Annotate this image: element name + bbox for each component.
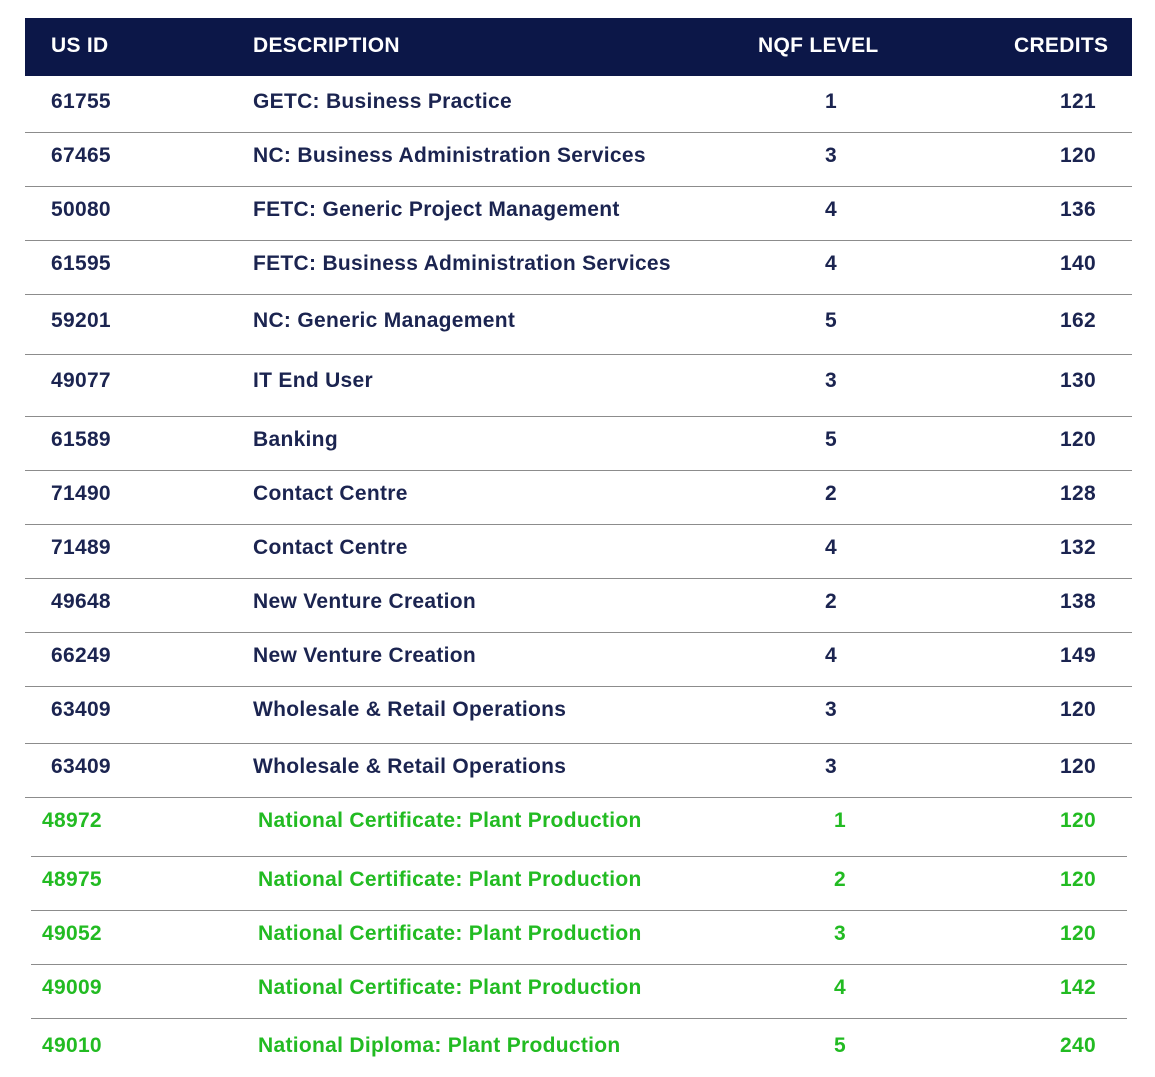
cell-credits: 128 (1060, 482, 1096, 505)
table-row: 50080 FETC: Generic Project Management 4 13… (25, 187, 1132, 241)
cell-description: FETC: Generic Project Management (253, 198, 620, 221)
table-row: 61755 GETC: Business Practice 1 121 (25, 76, 1132, 133)
header-us-id: US ID (51, 34, 109, 57)
cell-us-id: 48972 (42, 809, 102, 832)
cell-nqf-level: 5 (825, 309, 837, 332)
cell-us-id: 49010 (42, 1034, 102, 1057)
cell-credits: 120 (1060, 868, 1096, 891)
cell-us-id: 61595 (51, 252, 111, 275)
cell-nqf-level: 1 (834, 809, 846, 832)
cell-nqf-level: 4 (825, 536, 837, 559)
cell-us-id: 48975 (42, 868, 102, 891)
cell-credits: 142 (1060, 976, 1096, 999)
cell-us-id: 59201 (51, 309, 111, 332)
cell-nqf-level: 3 (834, 922, 846, 945)
cell-nqf-level: 2 (825, 482, 837, 505)
cell-description: Banking (253, 428, 338, 451)
cell-us-id: 49077 (51, 369, 111, 392)
cell-description: New Venture Creation (253, 590, 477, 613)
cell-us-id: 49648 (51, 590, 111, 613)
cell-description: Wholesale & Retail Operations (253, 698, 567, 721)
cell-credits: 240 (1060, 1034, 1096, 1057)
cell-description: National Certificate: Plant Production (258, 868, 642, 891)
cell-nqf-level: 4 (825, 252, 837, 275)
table-row: 66249 New Venture Creation 4 149 (25, 633, 1132, 687)
cell-description: National Certificate: Plant Production (258, 809, 642, 832)
cell-nqf-level: 3 (825, 698, 837, 721)
cell-description: Wholesale & Retail Operations (253, 755, 567, 778)
cell-nqf-level: 5 (834, 1034, 846, 1057)
cell-nqf-level: 2 (825, 590, 837, 613)
table-body: 61755 GETC: Business Practice 1 121 67465 NC:… (25, 76, 1132, 1076)
cell-us-id: 50080 (51, 198, 111, 221)
cell-description: New Venture Creation (253, 644, 477, 667)
cell-credits: 162 (1060, 309, 1096, 332)
table-header: US ID DESCRIPTION NQF LEVEL CREDITS (25, 18, 1132, 76)
cell-us-id: 67465 (51, 144, 111, 167)
cell-description: National Certificate: Plant Production (258, 922, 642, 945)
header-nqf-level: NQF LEVEL (758, 34, 879, 57)
cell-credits: 120 (1060, 428, 1096, 451)
table-row: 59201 NC: Generic Management 5 162 (25, 295, 1132, 355)
cell-credits: 120 (1060, 698, 1096, 721)
cell-credits: 140 (1060, 252, 1096, 275)
cell-description: National Diploma: Plant Production (258, 1034, 621, 1057)
table-row: 49648 New Venture Creation 2 138 (25, 579, 1132, 633)
table-row: 48972 National Certificate: Plant Product… (31, 798, 1127, 857)
table-row: 71489 Contact Centre 4 132 (25, 525, 1132, 579)
cell-us-id: 63409 (51, 698, 111, 721)
cell-us-id: 61589 (51, 428, 111, 451)
cell-nqf-level: 5 (825, 428, 837, 451)
cell-description: FETC: Business Administration Services (253, 252, 671, 275)
header-description: DESCRIPTION (253, 34, 400, 57)
table-row: 61595 FETC: Business Administration Servi… (25, 241, 1132, 295)
cell-nqf-level: 3 (825, 755, 837, 778)
table-row: 48975 National Certificate: Plant Product… (31, 857, 1127, 911)
cell-us-id: 63409 (51, 755, 111, 778)
cell-credits: 149 (1060, 644, 1096, 667)
cell-description: IT End User (253, 369, 373, 392)
table-row: 63409 Wholesale & Retail Operations 3 120 (25, 687, 1132, 744)
cell-description: NC: Generic Management (253, 309, 516, 332)
cell-nqf-level: 4 (825, 198, 837, 221)
cell-nqf-level: 3 (825, 144, 837, 167)
cell-nqf-level: 2 (834, 868, 846, 891)
cell-nqf-level: 4 (825, 644, 837, 667)
cell-description: Contact Centre (253, 482, 408, 505)
cell-credits: 138 (1060, 590, 1096, 613)
cell-credits: 120 (1060, 809, 1096, 832)
cell-description: National Certificate: Plant Production (258, 976, 642, 999)
cell-us-id: 66249 (51, 644, 111, 667)
cell-credits: 130 (1060, 369, 1096, 392)
cell-credits: 120 (1060, 144, 1096, 167)
table-row: 49052 National Certificate: Plant Product… (31, 911, 1127, 965)
cell-us-id: 61755 (51, 90, 111, 113)
table-row: 49009 National Certificate: Plant Product… (31, 965, 1127, 1019)
table-row: 63409 Wholesale & Retail Operations 3 120 (25, 744, 1132, 798)
cell-us-id: 71489 (51, 536, 111, 559)
cell-credits: 132 (1060, 536, 1096, 559)
cell-nqf-level: 1 (825, 90, 837, 113)
header-credits: CREDITS (1014, 34, 1109, 57)
cell-credits: 120 (1060, 755, 1096, 778)
cell-us-id: 71490 (51, 482, 111, 505)
table-row: 67465 NC: Business Administration Service… (25, 133, 1132, 187)
cell-description: NC: Business Administration Services (253, 144, 646, 167)
table-row: 71490 Contact Centre 2 128 (25, 471, 1132, 525)
table-row: 61589 Banking 5 120 (25, 417, 1132, 471)
cell-nqf-level: 4 (834, 976, 846, 999)
table-row: 49077 IT End User 3 130 (25, 355, 1132, 417)
cell-us-id: 49009 (42, 976, 102, 999)
cell-nqf-level: 3 (825, 369, 837, 392)
cell-us-id: 49052 (42, 922, 102, 945)
table-row: 49010 National Diploma: Plant Production 5… (31, 1019, 1127, 1076)
cell-description: Contact Centre (253, 536, 408, 559)
cell-description: GETC: Business Practice (253, 90, 512, 113)
cell-credits: 121 (1060, 90, 1096, 113)
qualifications-table: US ID DESCRIPTION NQF LEVEL CREDITS 6175… (25, 18, 1132, 1076)
cell-credits: 136 (1060, 198, 1096, 221)
cell-credits: 120 (1060, 922, 1096, 945)
